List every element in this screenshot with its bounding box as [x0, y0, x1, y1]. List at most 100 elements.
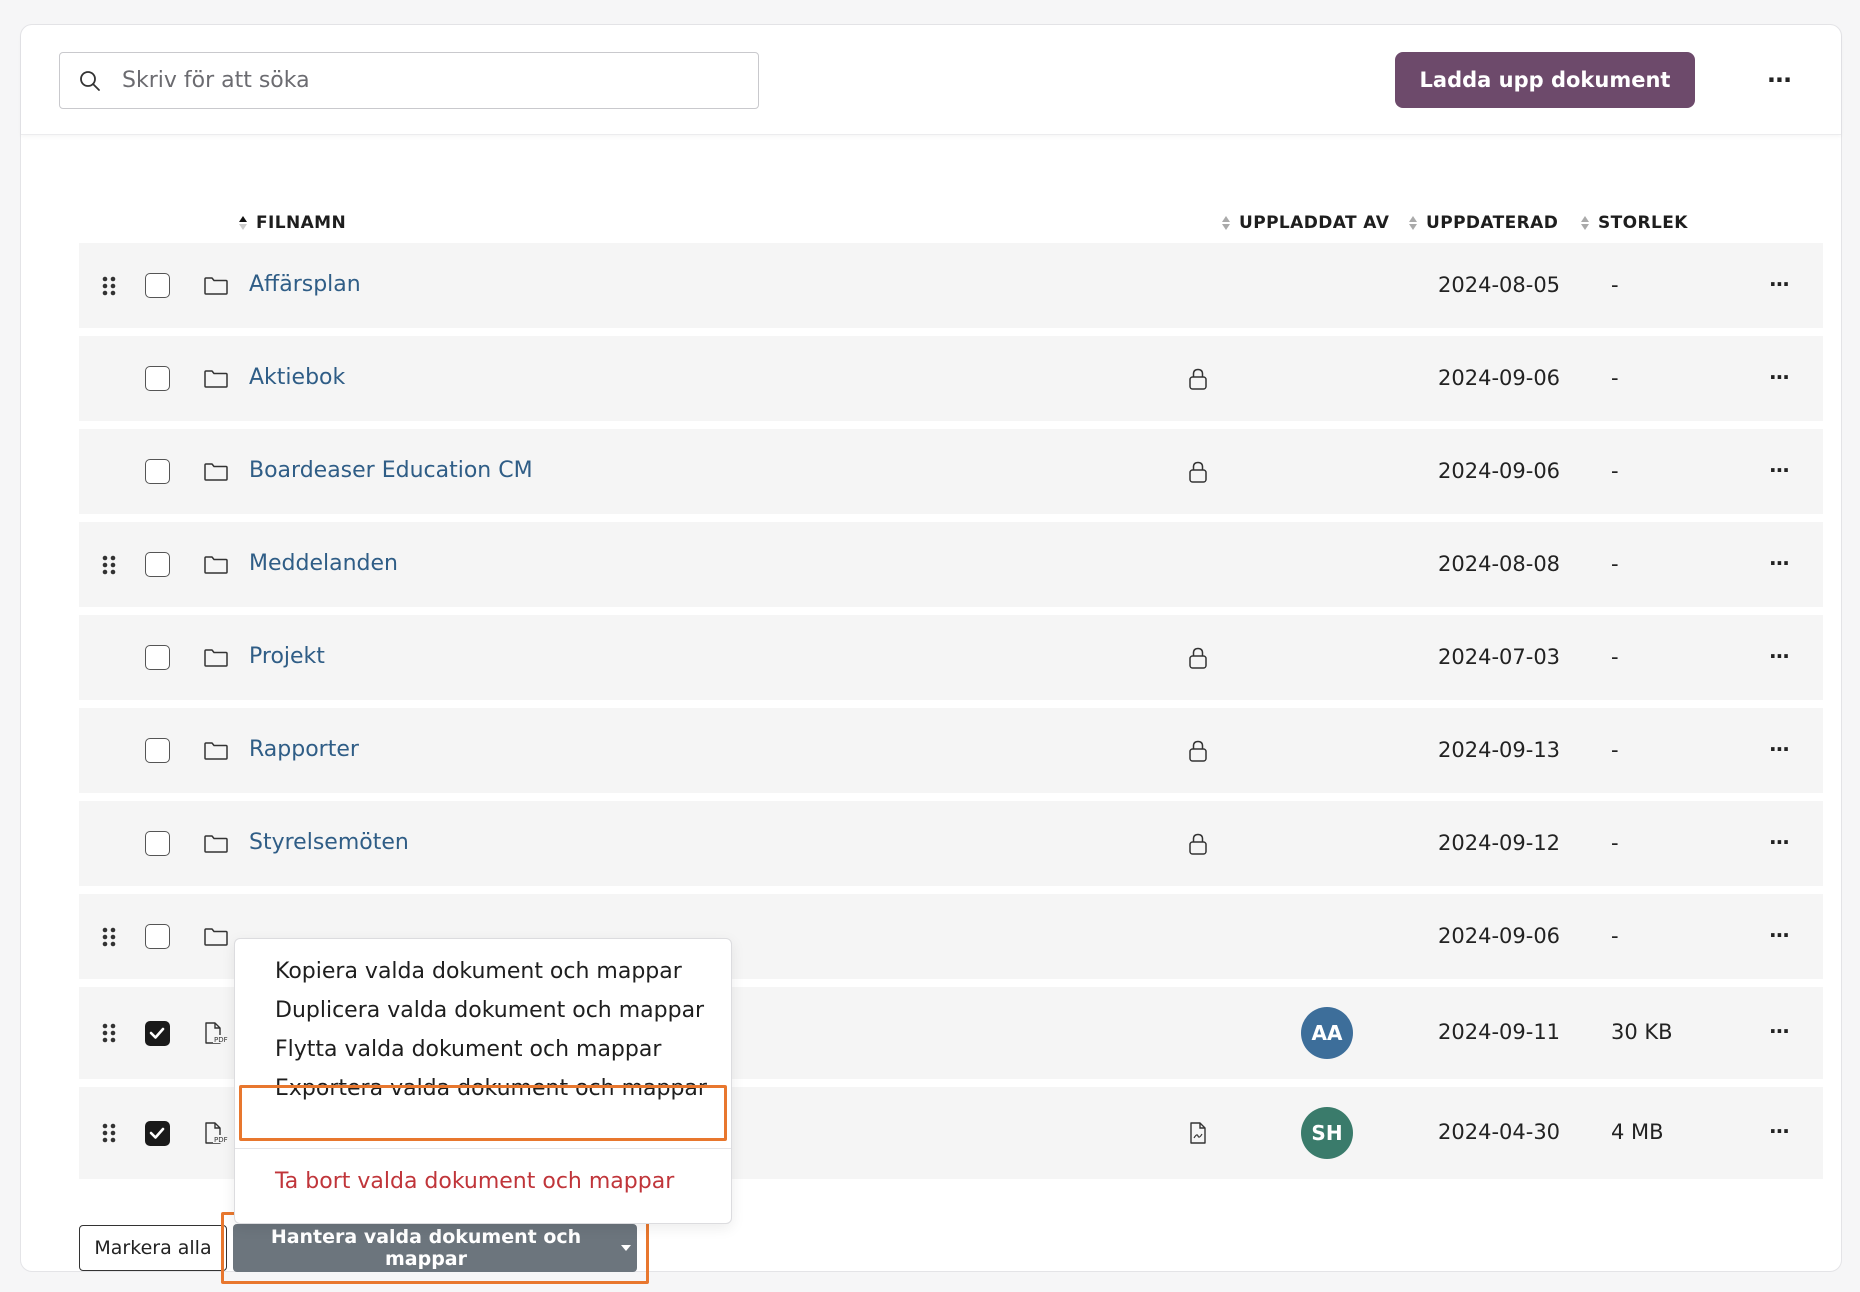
- table-row[interactable]: Aktiebok 2024-09-06 - ···: [79, 336, 1823, 421]
- menu-item-move[interactable]: Flytta valda dokument och mappar: [275, 1037, 661, 1062]
- sort-icon: [1580, 214, 1590, 232]
- row-more-icon[interactable]: ···: [1769, 458, 1790, 482]
- file-name-link[interactable]: Projekt: [249, 644, 325, 669]
- export-item-highlight: [239, 1085, 727, 1141]
- file-size: -: [1611, 830, 1619, 855]
- table-row[interactable]: Styrelsemöten 2024-09-12 - ···: [79, 801, 1823, 886]
- menu-item-copy[interactable]: Kopiera valda dokument och mappar: [275, 959, 682, 984]
- file-size: -: [1611, 737, 1619, 762]
- table-row[interactable]: Affärsplan 2024-08-05 - ···: [79, 243, 1823, 328]
- search-box[interactable]: [59, 52, 759, 109]
- updated-date: 2024-09-06: [1438, 458, 1561, 483]
- lock-icon: [1187, 367, 1209, 395]
- row-checkbox[interactable]: [145, 552, 170, 577]
- row-checkbox[interactable]: [145, 459, 170, 484]
- caret-down-icon: [621, 1245, 631, 1251]
- column-size[interactable]: STORLEK: [1580, 213, 1688, 233]
- search-input[interactable]: [120, 67, 740, 94]
- search-icon: [60, 70, 120, 92]
- folder-icon: [203, 741, 229, 765]
- upload-document-button[interactable]: Ladda upp dokument: [1395, 52, 1695, 108]
- file-size: -: [1611, 458, 1619, 483]
- updated-date: 2024-09-06: [1438, 923, 1561, 948]
- file-name-link[interactable]: Affärsplan: [249, 272, 361, 297]
- row-more-icon[interactable]: ···: [1769, 923, 1790, 947]
- column-filename-label: FILNAMN: [256, 213, 347, 233]
- file-size: -: [1611, 272, 1619, 297]
- folder-icon: [203, 555, 229, 579]
- table-row[interactable]: Boardeaser Education CM 2024-09-06 - ···: [79, 429, 1823, 514]
- file-size: 30 KB: [1611, 1020, 1673, 1044]
- updated-date: 2024-09-06: [1438, 365, 1561, 390]
- row-checkbox[interactable]: [145, 1020, 170, 1046]
- row-more-icon[interactable]: ···: [1769, 1119, 1790, 1143]
- row-more-icon[interactable]: ···: [1769, 644, 1790, 668]
- file-name-link[interactable]: Boardeaser Education CM: [249, 458, 533, 483]
- row-checkbox[interactable]: [145, 831, 170, 856]
- file-name-link[interactable]: Meddelanden: [249, 551, 398, 576]
- column-updated[interactable]: UPPDATERAD: [1408, 213, 1558, 233]
- row-checkbox[interactable]: [145, 645, 170, 670]
- sort-asc-icon: [238, 214, 248, 232]
- menu-item-duplicate[interactable]: Duplicera valda dokument och mappar: [275, 998, 704, 1023]
- updated-date: 2024-09-11: [1438, 1020, 1561, 1044]
- folder-icon: [203, 648, 229, 672]
- file-name-link[interactable]: Aktiebok: [249, 365, 345, 390]
- menu-item-delete[interactable]: Ta bort valda dokument och mappar: [275, 1169, 674, 1194]
- lock-icon: [1187, 739, 1209, 767]
- row-checkbox[interactable]: [145, 366, 170, 391]
- file-size: -: [1611, 551, 1619, 576]
- row-more-icon[interactable]: ···: [1769, 1019, 1790, 1043]
- updated-date: 2024-04-30: [1438, 1120, 1561, 1144]
- folder-icon: [203, 276, 229, 300]
- row-checkbox[interactable]: [145, 738, 170, 763]
- mark-all-button[interactable]: Markera alla: [79, 1225, 227, 1271]
- file-name-link[interactable]: Rapporter: [249, 737, 359, 762]
- updated-date: 2024-09-12: [1438, 830, 1561, 855]
- table-header: FILNAMN UPPLADDAT AV UPPDATERAD STORLEK: [21, 205, 1841, 241]
- drag-handle-icon[interactable]: [101, 555, 117, 575]
- documents-card: Ladda upp dokument ··· FILNAMN UPPLADDAT…: [20, 24, 1842, 1284]
- row-more-icon[interactable]: ···: [1769, 737, 1790, 761]
- row-checkbox[interactable]: [145, 273, 170, 298]
- updated-date: 2024-08-08: [1438, 551, 1561, 576]
- bulk-actions-menu: Kopiera valda dokument och mappar Duplic…: [234, 938, 732, 1224]
- table-row[interactable]: Projekt 2024-07-03 - ···: [79, 615, 1823, 700]
- file-size: -: [1611, 644, 1619, 669]
- svg-text:PDF: PDF: [214, 1036, 228, 1044]
- pdf-file-icon: PDF: [203, 1021, 229, 1049]
- sort-icon: [1221, 214, 1231, 232]
- table-row[interactable]: Meddelanden 2024-08-08 - ···: [79, 522, 1823, 607]
- column-uploaded-by-label: UPPLADDAT AV: [1239, 213, 1390, 233]
- drag-handle-icon[interactable]: [101, 927, 117, 947]
- manage-selected-button[interactable]: Hantera valda dokument och mappar: [233, 1224, 637, 1272]
- more-options-icon[interactable]: ···: [1753, 63, 1805, 97]
- updated-date: 2024-09-13: [1438, 737, 1561, 762]
- row-checkbox[interactable]: [145, 924, 170, 949]
- row-checkbox[interactable]: [145, 1120, 170, 1146]
- updated-date: 2024-07-03: [1438, 644, 1561, 669]
- column-uploaded-by[interactable]: UPPLADDAT AV: [1221, 213, 1389, 233]
- lock-icon: [1187, 832, 1209, 860]
- file-name-link[interactable]: Styrelsemöten: [249, 830, 409, 855]
- lock-icon: [1187, 460, 1209, 488]
- row-more-icon[interactable]: ···: [1769, 365, 1790, 389]
- drag-handle-icon[interactable]: [101, 276, 117, 296]
- row-more-icon[interactable]: ···: [1769, 830, 1790, 854]
- drag-handle-icon[interactable]: [101, 1023, 117, 1043]
- row-more-icon[interactable]: ···: [1769, 551, 1790, 575]
- row-more-icon[interactable]: ···: [1769, 272, 1790, 296]
- uploader-avatar: SH: [1301, 1107, 1353, 1159]
- folder-icon: [203, 834, 229, 858]
- column-filename[interactable]: FILNAMN: [238, 213, 346, 233]
- table-row[interactable]: Rapporter 2024-09-13 - ···: [79, 708, 1823, 793]
- folder-icon: [203, 462, 229, 486]
- drag-handle-icon[interactable]: [101, 1123, 117, 1143]
- manage-selected-label: Hantera valda dokument och mappar: [270, 1226, 582, 1270]
- folder-icon: [203, 369, 229, 393]
- document-icon: [1187, 1121, 1209, 1149]
- pdf-file-icon: PDF: [203, 1121, 229, 1149]
- menu-divider: [235, 1148, 731, 1149]
- updated-date: 2024-08-05: [1438, 272, 1561, 297]
- file-size: 4 MB: [1611, 1120, 1664, 1144]
